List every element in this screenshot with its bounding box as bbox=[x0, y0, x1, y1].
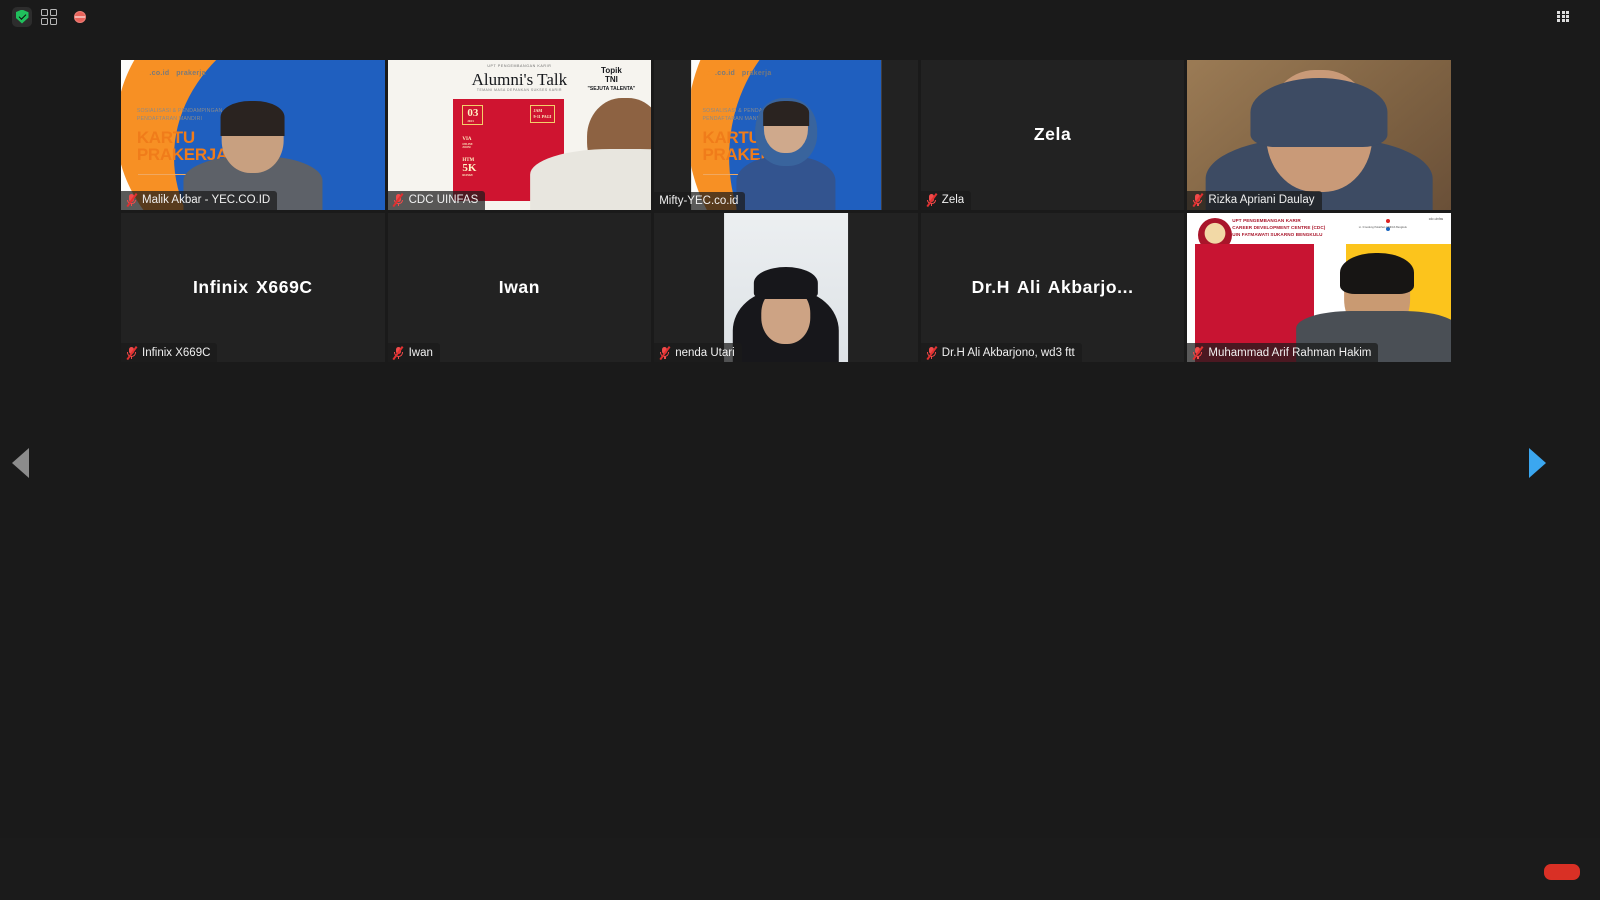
participant-gallery-grid: yec.co.id prakerja SOSIALISASI & PENDAMPI… bbox=[121, 60, 1451, 820]
participant-name-label: Infinix X669C bbox=[142, 346, 211, 359]
microphone-muted-icon bbox=[1192, 193, 1204, 208]
participant-display-name-large: Zela bbox=[1033, 124, 1072, 145]
recording-indicator-icon bbox=[74, 10, 86, 23]
participant-name-bar: Rizka Apriani Daulay bbox=[1187, 190, 1322, 210]
view-layout-icon[interactable] bbox=[38, 7, 60, 27]
participant-tile[interactable]: nenda Utari bbox=[654, 212, 918, 363]
participant-name-bar: Muhammad Arif Rahman Hakim bbox=[1187, 343, 1379, 363]
participant-tile[interactable]: UPT PENGEMBANGAN KARIR Alumni's Talk TEMAN… bbox=[387, 60, 652, 210]
participant-name-label: Dr.H Ali Akbarjono, wd3 ftt bbox=[941, 346, 1075, 359]
microphone-muted-icon bbox=[926, 193, 937, 208]
participant-video-feed: yec.co.id prakerja SOSIALISASI & PENDAMPI… bbox=[691, 60, 881, 210]
participant-name-bar: Mifty-YEC.co.id bbox=[654, 191, 746, 210]
shield-check-icon bbox=[15, 9, 29, 24]
participant-display-name-large: Dr.H Ali Akbarjo... bbox=[971, 276, 1134, 297]
grid-view-icon bbox=[1557, 10, 1569, 23]
view-button[interactable] bbox=[1548, 6, 1584, 28]
meeting-toolbar bbox=[0, 838, 1600, 900]
participant-name-bar: CDC UINFAS bbox=[387, 190, 486, 210]
participant-name-label: Malik Akbar - YEC.CO.ID bbox=[142, 194, 271, 207]
next-page-button[interactable] bbox=[1529, 448, 1546, 486]
kartu-prakerja-slide: yec.co.id prakerja SOSIALISASI & PENDAMPI… bbox=[121, 60, 385, 210]
participant-tile[interactable]: Infinix X669C Infinix X669C bbox=[121, 212, 385, 363]
meeting-stage: yec.co.id prakerja SOSIALISASI & PENDAMPI… bbox=[0, 33, 1600, 838]
participant-display-name-large: Iwan bbox=[498, 276, 541, 297]
chevron-right-icon bbox=[1529, 448, 1546, 478]
participant-tile[interactable]: Iwan Iwan bbox=[387, 212, 652, 363]
participant-name-label: Iwan bbox=[408, 346, 433, 359]
participant-display-name-large: Infinix X669C bbox=[192, 276, 313, 297]
participant-name-bar: Dr.H Ali Akbarjono, wd3 ftt bbox=[920, 343, 1082, 363]
sign-in-button[interactable] bbox=[1524, 12, 1542, 22]
chevron-left-icon bbox=[12, 448, 29, 478]
participant-name-bar: Zela bbox=[920, 190, 972, 210]
participant-name-label: Zela bbox=[941, 194, 965, 207]
participant-name-bar: nenda Utari bbox=[654, 343, 742, 363]
participant-name-bar: Malik Akbar - YEC.CO.ID bbox=[121, 190, 278, 210]
kartu-prakerja-slide: yec.co.id prakerja SOSIALISASI & PENDAMPI… bbox=[691, 60, 881, 210]
microphone-muted-icon bbox=[392, 193, 404, 208]
participant-name-label: CDC UINFAS bbox=[408, 194, 479, 207]
microphone-muted-icon bbox=[659, 345, 671, 360]
toolbar-right-group bbox=[1544, 859, 1600, 880]
microphone-muted-icon bbox=[392, 345, 404, 360]
participant-tile[interactable]: yec.co.id prakerja SOSIALISASI & PENDAMPI… bbox=[121, 60, 385, 210]
microphone-muted-icon bbox=[1192, 345, 1204, 360]
participant-video-feed bbox=[724, 212, 848, 363]
encryption-shield-button[interactable] bbox=[12, 6, 32, 27]
alumni-talk-slide: UPT PENGEMBANGAN KARIR Alumni's Talk TEMAN… bbox=[387, 60, 652, 210]
microphone-muted-icon bbox=[926, 345, 937, 360]
participant-video-feed bbox=[1187, 60, 1451, 210]
participant-name-label: Mifty-YEC.co.id bbox=[659, 194, 739, 207]
participant-name-bar: Iwan bbox=[387, 343, 440, 363]
leave-button[interactable] bbox=[1544, 863, 1580, 880]
participant-tile[interactable]: UPT PENGEMBANGAN KARIR CAREER DEVELOPMENT… bbox=[1187, 212, 1451, 363]
top-bar bbox=[0, 0, 1600, 33]
participant-name-bar: Infinix X669C bbox=[121, 343, 218, 363]
participant-tile[interactable]: Zela Zela bbox=[920, 60, 1185, 210]
previous-page-button[interactable] bbox=[12, 448, 29, 486]
participant-tile[interactable]: Rizka Apriani Daulay bbox=[1187, 60, 1451, 210]
participant-tile[interactable]: yec.co.id prakerja SOSIALISASI & PENDAMPI… bbox=[654, 60, 918, 210]
participant-name-label: Rizka Apriani Daulay bbox=[1208, 194, 1315, 207]
cdc-banner-slide: UPT PENGEMBANGAN KARIR CAREER DEVELOPMENT… bbox=[1187, 212, 1451, 363]
microphone-muted-icon bbox=[126, 193, 137, 208]
participant-tile[interactable]: Dr.H Ali Akbarjo... Dr.H Ali Akbarjono, w… bbox=[920, 212, 1185, 363]
participant-name-label: Muhammad Arif Rahman Hakim bbox=[1208, 346, 1372, 359]
microphone-muted-icon bbox=[126, 345, 137, 360]
participant-name-label: nenda Utari bbox=[675, 346, 735, 359]
